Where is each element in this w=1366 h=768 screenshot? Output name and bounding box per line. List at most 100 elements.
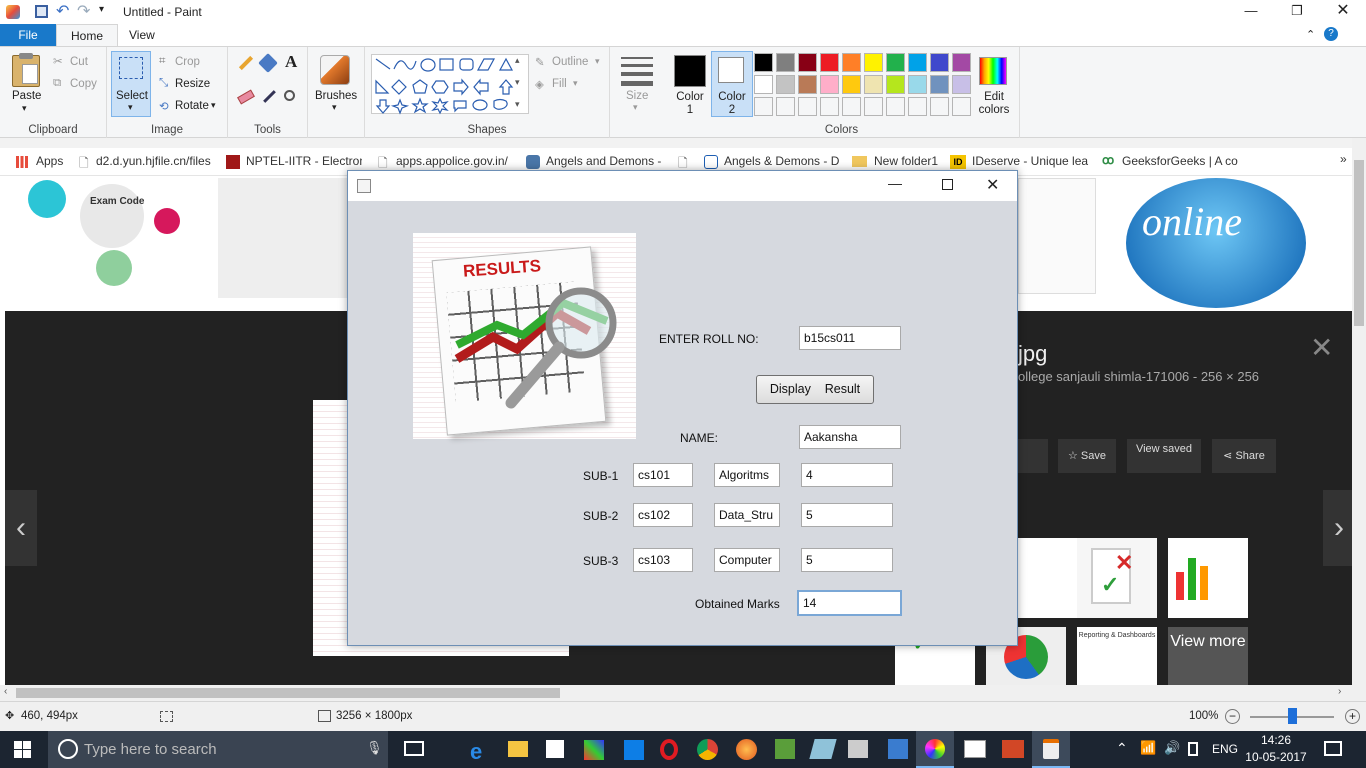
redo-icon[interactable]: ↷: [77, 1, 90, 21]
clock-time[interactable]: 14:26: [1250, 733, 1302, 747]
sub1-code-field[interactable]: cs101: [633, 463, 693, 487]
java-icon[interactable]: [1032, 731, 1070, 768]
edit-colors-button[interactable]: Edit colors: [977, 91, 1011, 117]
zoom-out-button[interactable]: −: [1225, 709, 1240, 724]
sub3-code-field[interactable]: cs103: [633, 548, 693, 572]
minimize-button[interactable]: —: [1228, 0, 1274, 24]
bookmark-folder[interactable]: New folder1: [874, 154, 938, 168]
palette-color-swatch[interactable]: [952, 97, 971, 116]
palette-color-swatch[interactable]: [886, 75, 905, 94]
view-more-button[interactable]: View more: [1168, 627, 1248, 685]
select-dropdown-icon[interactable]: ▾: [128, 102, 133, 113]
rotate-dropdown-icon[interactable]: ▾: [211, 100, 216, 111]
app-icon[interactable]: [584, 740, 604, 760]
zoom-slider-thumb[interactable]: [1288, 708, 1297, 724]
size-dropdown-icon[interactable]: ▾: [633, 102, 638, 113]
obtained-marks-field[interactable]: 14: [797, 590, 902, 616]
presentation-icon[interactable]: [1002, 740, 1024, 758]
zoom-in-button[interactable]: +: [1345, 709, 1360, 724]
bookmark-apps[interactable]: Apps: [36, 154, 63, 168]
palette-color-swatch[interactable]: [754, 75, 773, 94]
maximize-button[interactable]: ❐: [1274, 0, 1320, 24]
bookmark-item[interactable]: IDeserve - Unique lea: [972, 154, 1090, 168]
close-button[interactable]: ✕: [1320, 0, 1366, 24]
dropbox-icon[interactable]: [624, 740, 644, 760]
related-thumb[interactable]: Reporting & Dashboards: [1077, 627, 1157, 685]
palette-color-swatch[interactable]: [820, 53, 839, 72]
pencil-icon[interactable]: [238, 55, 254, 71]
minecraft-icon[interactable]: [775, 739, 795, 759]
related-thumb[interactable]: ✕ ✓: [1077, 538, 1157, 618]
palette-color-swatch[interactable]: [886, 97, 905, 116]
shapes-scroll-up-icon[interactable]: ▴: [515, 55, 520, 66]
task-view-icon[interactable]: [404, 741, 424, 756]
tray-chevron-icon[interactable]: ⌃: [1116, 740, 1128, 757]
display-result-button[interactable]: Display Result: [756, 375, 874, 404]
palette-color-swatch[interactable]: [798, 75, 817, 94]
palette-color-swatch[interactable]: [930, 75, 949, 94]
tab-file[interactable]: File: [0, 24, 56, 46]
select-button[interactable]: Select: [116, 90, 148, 102]
microphone-icon[interactable]: 🎙: [366, 740, 383, 756]
outline-button[interactable]: Outline: [552, 56, 588, 68]
start-button[interactable]: [14, 741, 32, 759]
brushes-icon[interactable]: [320, 55, 350, 85]
palette-color-swatch[interactable]: [908, 53, 927, 72]
sub2-marks-field[interactable]: 5: [801, 503, 893, 527]
bookmark-item[interactable]: apps.appolice.gov.in/: [396, 154, 514, 168]
virtualbox-icon[interactable]: [888, 739, 908, 759]
volume-icon[interactable]: 🔊: [1164, 740, 1180, 756]
bookmarks-overflow-icon[interactable]: »: [1340, 152, 1347, 166]
sub2-code-field[interactable]: cs102: [633, 503, 693, 527]
palette-color-swatch[interactable]: [842, 97, 861, 116]
scroll-left-icon[interactable]: ‹: [4, 686, 7, 697]
viewer-save-button[interactable]: ☆ Save: [1058, 439, 1116, 473]
resize-button[interactable]: Resize: [175, 78, 210, 90]
magnifier-icon[interactable]: [284, 90, 295, 101]
viewer-prev-button[interactable]: ‹: [5, 490, 37, 566]
chrome-icon[interactable]: [697, 739, 718, 760]
viewer-share-button[interactable]: ⋖ Share: [1212, 439, 1276, 473]
firefox-icon[interactable]: [736, 739, 757, 760]
color2-label[interactable]: Color 2: [715, 91, 749, 117]
java-close-button[interactable]: ✕: [986, 175, 999, 195]
roll-no-input[interactable]: b15cs011: [799, 326, 901, 350]
shapes-scroll-down-icon[interactable]: ▾: [515, 77, 520, 88]
java-minimize-button[interactable]: —: [888, 175, 902, 191]
eraser-icon[interactable]: [237, 89, 255, 105]
sub1-marks-field[interactable]: 4: [801, 463, 893, 487]
crop-button[interactable]: Crop: [175, 56, 200, 68]
collapse-ribbon-icon[interactable]: ⌃: [1306, 28, 1315, 41]
cut-button[interactable]: Cut: [70, 56, 88, 68]
tab-home[interactable]: Home: [56, 24, 119, 47]
palette-color-swatch[interactable]: [864, 97, 883, 116]
vertical-scrollbar[interactable]: [1352, 138, 1366, 685]
paste-icon[interactable]: [12, 53, 40, 87]
horizontal-scroll-thumb[interactable]: [16, 688, 560, 698]
photos-icon[interactable]: [964, 740, 986, 758]
palette-color-swatch[interactable]: [776, 75, 795, 94]
color1-swatch[interactable]: [674, 55, 706, 87]
outline-dropdown-icon[interactable]: ▾: [595, 56, 600, 67]
save-quick-icon[interactable]: [35, 5, 48, 18]
battery-icon[interactable]: [1188, 742, 1198, 756]
palette-color-swatch[interactable]: [908, 97, 927, 116]
fill-bucket-icon[interactable]: [258, 53, 278, 73]
action-center-icon[interactable]: [1324, 741, 1342, 756]
apps-grid-icon[interactable]: [16, 156, 28, 168]
text-tool-icon[interactable]: A: [285, 52, 297, 72]
related-thumb[interactable]: [1168, 538, 1248, 618]
palette-color-swatch[interactable]: [886, 53, 905, 72]
palette-color-swatch[interactable]: [908, 75, 927, 94]
edit-colors-icon[interactable]: [979, 57, 1007, 85]
bookmark-item[interactable]: d2.d.yun.hjfile.cn/files: [96, 154, 212, 168]
color2-swatch[interactable]: [718, 57, 744, 83]
shapes-more-icon[interactable]: ▾: [515, 99, 520, 110]
clock-date[interactable]: 10-05-2017: [1244, 750, 1308, 764]
store-icon[interactable]: [546, 740, 564, 758]
palette-color-swatch[interactable]: [820, 75, 839, 94]
help-icon[interactable]: ?: [1324, 27, 1338, 41]
sql-icon[interactable]: [848, 740, 868, 758]
shapes-gallery[interactable]: [371, 54, 529, 115]
size-button[interactable]: Size: [626, 90, 648, 102]
